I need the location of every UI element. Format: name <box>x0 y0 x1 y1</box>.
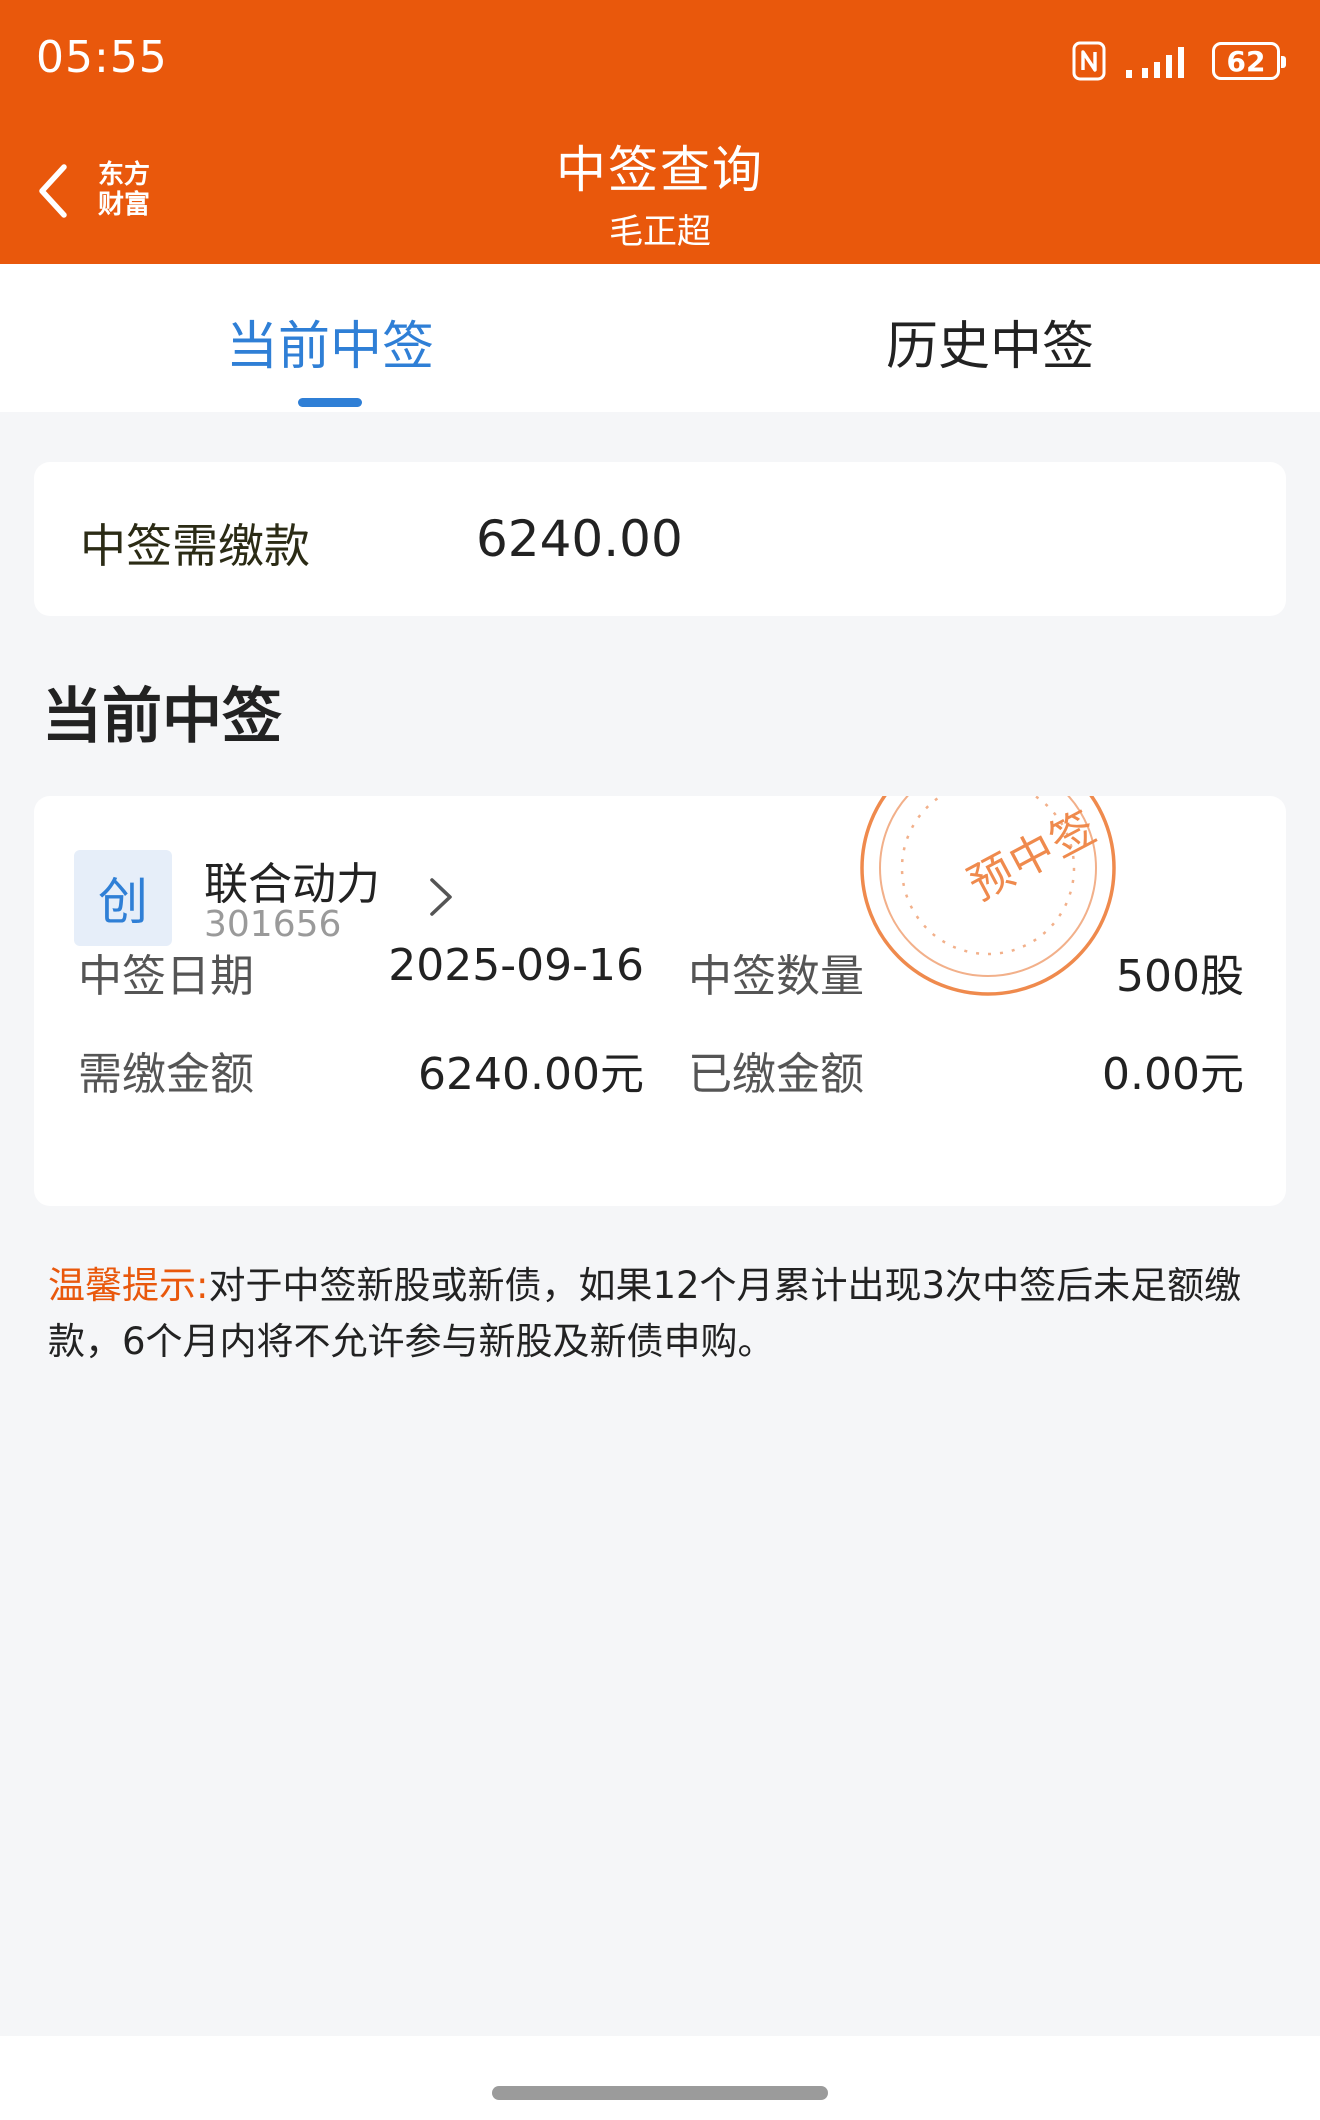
reminder-tip: 温馨提示:对于中签新股或新债，如果12个月累计出现3次中签后未足额缴款，6个月内… <box>48 1258 1280 1370</box>
due-amount-value: 6240.00元 <box>418 1049 644 1100</box>
win-result-card[interactable]: 创 联合动力 301656 预中签 中签日期 2025-09-16 中签数量 5… <box>34 796 1286 1206</box>
stock-name[interactable]: 联合动力 <box>204 848 380 912</box>
chevron-right-icon[interactable] <box>424 874 458 920</box>
payment-due-label: 中签需缴款 <box>80 519 310 573</box>
page-title: 中签查询 <box>556 141 764 199</box>
pre-win-stamp: 预中签 <box>858 796 1128 1008</box>
payment-summary-card: 中签需缴款 6240.00 <box>34 462 1286 616</box>
home-indicator[interactable] <box>492 2086 828 2100</box>
tab-current-win[interactable]: 当前中签 <box>0 304 660 379</box>
section-title: 当前中签 <box>42 682 282 752</box>
status-icons: 62 <box>1072 38 1286 84</box>
tip-text: 对于中签新股或新债，如果12个月累计出现3次中签后未足额缴款，6个月内将不允许参… <box>48 1264 1242 1363</box>
app-header: 05:55 62 东方 财富 中签查询 毛正超 <box>0 0 1320 264</box>
nfc-icon <box>1072 41 1106 81</box>
battery-indicator: 62 <box>1212 42 1286 80</box>
tip-label: 温馨提示: <box>48 1264 209 1307</box>
signal-icon <box>1126 47 1184 78</box>
page-subtitle: 毛正超 <box>609 212 711 252</box>
win-date-value: 2025-09-16 <box>388 940 644 991</box>
due-amount-label: 需缴金额 <box>78 1049 254 1100</box>
payment-due-value: 6240.00 <box>476 510 683 568</box>
paid-amount-value: 0.00元 <box>1102 1049 1244 1100</box>
win-date-label: 中签日期 <box>78 951 254 1002</box>
stock-code: 301656 <box>204 904 342 945</box>
active-tab-indicator <box>298 398 362 407</box>
tab-history-win[interactable]: 历史中签 <box>660 304 1320 379</box>
paid-amount-label: 已缴金额 <box>688 1049 864 1100</box>
bottom-bar <box>0 2036 1320 2120</box>
win-qty-label: 中签数量 <box>688 951 864 1002</box>
board-badge: 创 <box>74 850 172 946</box>
tab-bar: 当前中签 历史中签 <box>0 264 1320 412</box>
status-time: 05:55 <box>36 32 168 83</box>
win-qty-value: 500股 <box>1116 951 1244 1002</box>
